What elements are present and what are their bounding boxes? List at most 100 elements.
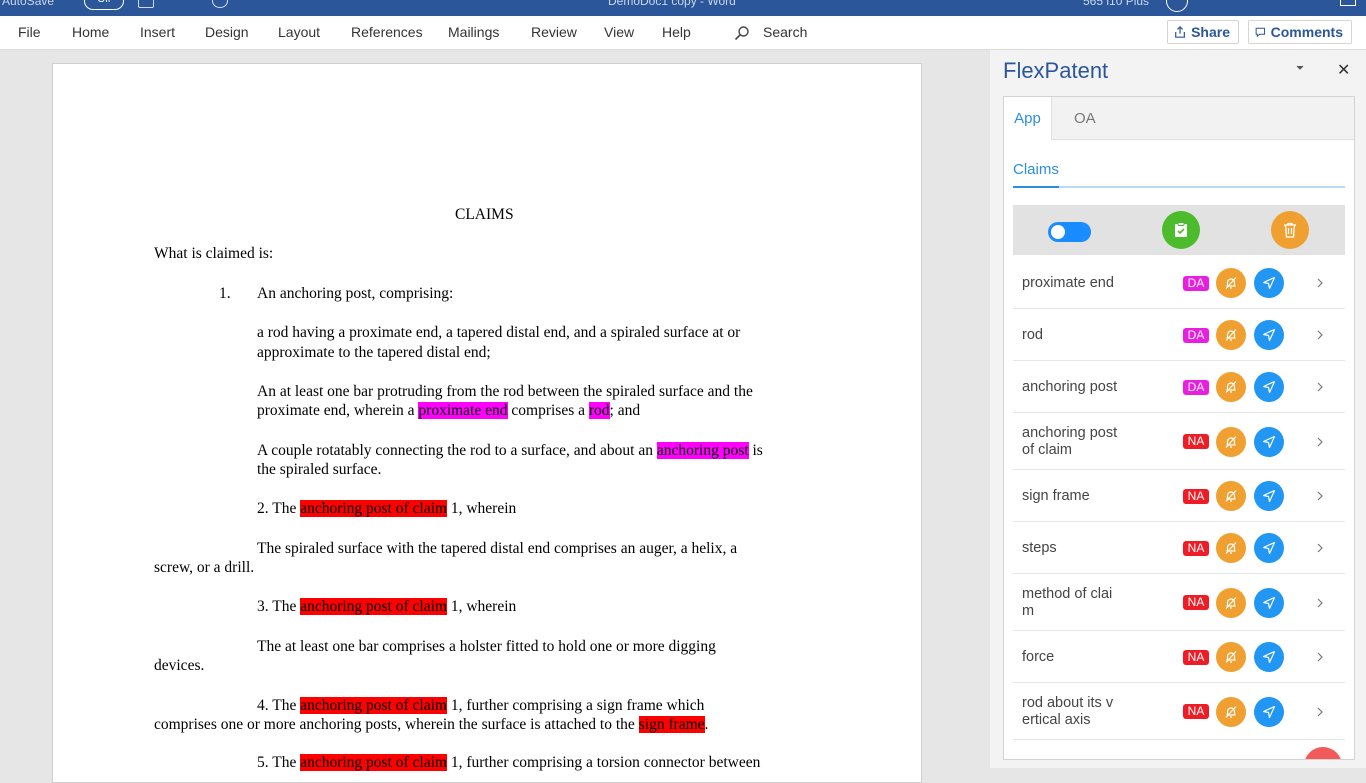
- tab-claims[interactable]: Claims: [1013, 161, 1059, 178]
- chevron-right-icon[interactable]: [1315, 707, 1325, 717]
- delete-button[interactable]: [1271, 211, 1309, 249]
- send-icon: [1262, 596, 1276, 609]
- tab-oa[interactable]: OA: [1074, 97, 1096, 139]
- highlight-anchoring-post-of-claim[interactable]: anchoring post of claim: [300, 754, 447, 771]
- document-page[interactable]: CLAIMS What is claimed is: 1. An anchori…: [52, 63, 922, 783]
- navigate-button[interactable]: [1254, 533, 1284, 563]
- save-icon[interactable]: [138, 0, 154, 8]
- tab-home[interactable]: Home: [72, 24, 109, 40]
- mute-button[interactable]: [1216, 533, 1246, 563]
- share-button[interactable]: Share: [1167, 20, 1239, 44]
- chevron-right-icon[interactable]: [1315, 491, 1325, 501]
- navigate-button[interactable]: [1254, 426, 1284, 457]
- term-row[interactable]: steps NA: [1013, 522, 1345, 574]
- highlight-proximate-end[interactable]: proximate end: [418, 402, 508, 419]
- bell-off-icon: [1225, 435, 1237, 448]
- search-icon[interactable]: [734, 25, 750, 41]
- tab-insert[interactable]: Insert: [140, 24, 175, 40]
- status-badge: NA: [1183, 704, 1209, 719]
- claim-4-body: comprises one or more anchoring posts, w…: [154, 716, 708, 734]
- mute-button[interactable]: [1216, 696, 1246, 727]
- term-row[interactable]: force NA: [1013, 631, 1345, 683]
- tab-references[interactable]: References: [351, 24, 423, 40]
- autosave-toggle[interactable]: Off: [84, 0, 124, 10]
- mute-button[interactable]: [1216, 268, 1246, 298]
- term-label-line: sign frame: [1022, 487, 1090, 504]
- term-label: steps: [1022, 540, 1057, 557]
- term-label: rod about its v ertical axis: [1022, 695, 1113, 729]
- chevron-right-icon[interactable]: [1315, 598, 1325, 608]
- avatar[interactable]: [1166, 0, 1188, 12]
- chevron-right-icon[interactable]: [1315, 652, 1325, 662]
- power-button[interactable]: [1304, 747, 1342, 760]
- chevron-down-icon[interactable]: [1295, 64, 1305, 72]
- term-row[interactable]: anchoring post DA: [1013, 361, 1345, 413]
- redo-icon[interactable]: [212, 0, 228, 8]
- tab-view[interactable]: View: [604, 24, 634, 40]
- send-icon: [1262, 489, 1276, 503]
- chevron-right-icon[interactable]: [1315, 543, 1325, 553]
- tab-design[interactable]: Design: [205, 24, 249, 40]
- document-title: DemoDoc1 copy - Word: [608, 0, 736, 8]
- mute-button[interactable]: [1216, 372, 1246, 402]
- chevron-right-icon[interactable]: [1315, 382, 1325, 392]
- tab-layout[interactable]: Layout: [278, 24, 320, 40]
- term-row[interactable]: rod DA: [1013, 309, 1345, 361]
- tab-help[interactable]: Help: [662, 24, 691, 40]
- highlight-anchoring-post[interactable]: anchoring post: [656, 442, 749, 459]
- highlight-rod[interactable]: rod: [588, 402, 610, 419]
- tab-app[interactable]: App: [1004, 97, 1052, 140]
- search-input[interactable]: Search: [763, 24, 807, 40]
- power-icon: [1316, 759, 1330, 760]
- status-badge: DA: [1183, 275, 1209, 291]
- send-icon: [1262, 380, 1276, 394]
- term-row[interactable]: method of clai m NA: [1013, 574, 1345, 631]
- term-row[interactable]: proximate end DA: [1013, 257, 1345, 309]
- term-row[interactable]: sign frame NA: [1013, 470, 1345, 522]
- ribbon: File Home Insert Design Layout Reference…: [0, 16, 1366, 50]
- highlight-anchoring-post-of-claim[interactable]: anchoring post of claim: [300, 598, 447, 615]
- text-run: ; and: [609, 402, 641, 419]
- term-label: force: [1022, 649, 1054, 666]
- autosave-label: AutoSave: [2, 0, 55, 8]
- navigate-button[interactable]: [1254, 587, 1284, 618]
- highlight-anchoring-post-of-claim[interactable]: anchoring post of claim: [300, 500, 447, 517]
- close-icon[interactable]: ✕: [1337, 60, 1350, 80]
- comments-label: Comments: [1270, 24, 1343, 40]
- tab-file[interactable]: File: [18, 24, 41, 40]
- tab-review[interactable]: Review: [531, 24, 577, 40]
- navigate-button[interactable]: [1254, 372, 1284, 402]
- status-badge: DA: [1183, 379, 1209, 395]
- window-restore-icon[interactable]: [1340, 0, 1356, 6]
- mute-button[interactable]: [1216, 481, 1246, 511]
- navigate-button[interactable]: [1254, 320, 1284, 350]
- chevron-right-icon[interactable]: [1315, 330, 1325, 340]
- comments-button[interactable]: Comments: [1248, 20, 1352, 44]
- highlight-sign-frame[interactable]: sign frame: [638, 716, 705, 733]
- chevron-right-icon[interactable]: [1315, 278, 1325, 288]
- term-row[interactable]: anchoring post of claim NA: [1013, 413, 1345, 470]
- comment-icon: [1255, 27, 1265, 38]
- clipboard-check-button[interactable]: [1162, 211, 1200, 249]
- send-icon: [1262, 705, 1276, 718]
- navigate-button[interactable]: [1254, 481, 1284, 511]
- navigate-button[interactable]: [1254, 268, 1284, 298]
- tab-mailings[interactable]: Mailings: [448, 24, 499, 40]
- mute-button[interactable]: [1216, 587, 1246, 618]
- claim-5-heading: 5. The anchoring post of claim 1, furthe…: [257, 754, 760, 772]
- highlight-anchoring-post-of-claim[interactable]: anchoring post of claim: [300, 697, 447, 714]
- status-badge: DA: [1183, 327, 1209, 343]
- mute-button[interactable]: [1216, 642, 1246, 672]
- chevron-right-icon[interactable]: [1315, 437, 1325, 447]
- navigate-button[interactable]: [1254, 696, 1284, 727]
- term-label-line: rod about its v: [1022, 694, 1114, 711]
- mute-button[interactable]: [1216, 320, 1246, 350]
- mute-button[interactable]: [1216, 426, 1246, 457]
- highlight-toggle[interactable]: [1048, 222, 1091, 242]
- clipboard-icon: [1175, 222, 1187, 237]
- intro-text: What is claimed is:: [154, 245, 274, 262]
- claim-1-line: An at least one bar protruding from the …: [257, 383, 753, 400]
- term-label-line: force: [1022, 648, 1055, 665]
- term-row[interactable]: rod about its v ertical axis NA: [1013, 683, 1345, 740]
- navigate-button[interactable]: [1254, 642, 1284, 672]
